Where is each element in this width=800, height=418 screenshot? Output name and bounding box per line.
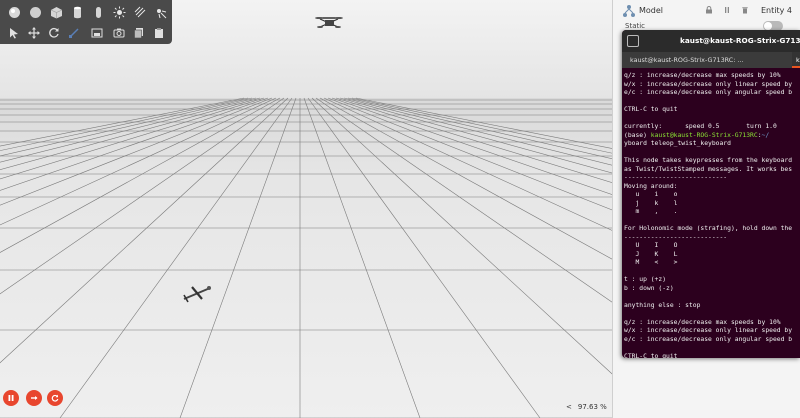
drone-model-top[interactable] (314, 14, 344, 32)
terminal-line: t : up (+z) (624, 276, 667, 283)
terminal-line: M < > (624, 259, 678, 266)
paste-icon[interactable] (150, 24, 168, 42)
terminal-line: m , . (624, 208, 678, 215)
point-light-icon[interactable] (110, 3, 128, 21)
terminal-line: CTRL-C to quit (624, 106, 678, 113)
screenshot-icon[interactable] (88, 24, 106, 42)
rotate-icon[interactable] (45, 24, 63, 42)
new-tab-icon[interactable] (627, 35, 639, 47)
terminal-line: as Twist/TwistStamped messages. It works… (624, 165, 793, 173)
terminal-line: Moving around: (624, 182, 678, 190)
terminal-line: This node takes keypresses from the keyb… (624, 157, 793, 164)
tab-terminal-2[interactable]: kaust (792, 52, 800, 68)
terminal-line: J K L (624, 250, 678, 258)
pin-icon[interactable] (723, 6, 731, 14)
scene-viewport[interactable]: < 97.63 % (0, 0, 620, 418)
terminal-line: q/z : increase/decrease max speeds by 10… (624, 72, 781, 79)
reset-button[interactable] (47, 390, 63, 406)
terminal-line: anything else : stop (624, 301, 701, 309)
entity-label: Entity 4 (761, 6, 792, 15)
zoom-indicator: < 97.63 % (566, 400, 618, 414)
capsule-shape-icon[interactable] (89, 3, 107, 21)
translate-icon[interactable] (25, 24, 43, 42)
static-label: Static (625, 22, 646, 30)
terminal-line: e/c : increase/decrease only angular spe… (624, 89, 793, 96)
terminal-line: --------------------------- (624, 174, 728, 181)
terminal-line: u i o (624, 191, 678, 198)
delete-icon[interactable] (741, 6, 749, 14)
scale-icon[interactable] (65, 24, 83, 42)
step-icon (30, 394, 38, 402)
pause-button[interactable] (3, 390, 19, 406)
terminal-line: b : down (-z) (624, 284, 674, 292)
pause-icon (7, 394, 15, 402)
panel-title: Model (639, 6, 664, 15)
plane-model-ground[interactable] (180, 283, 214, 303)
terminal-line: CTRL-C to quit (624, 352, 678, 359)
box-shape-icon[interactable] (47, 3, 65, 21)
ground-grid (0, 0, 620, 418)
terminal-line: For Holonomic mode (strafing), hold down… (624, 225, 793, 232)
directional-light-icon[interactable] (131, 3, 149, 21)
model-tree-icon (623, 5, 635, 17)
terminal-line: (base) kaust@kaust-ROG-Strix-G713RC:~/ (624, 131, 770, 139)
select-arrow-icon[interactable] (5, 24, 23, 42)
terminal-line: q/z : increase/decrease max speeds by 10… (624, 318, 781, 326)
zoom-arrow[interactable]: < (566, 403, 572, 411)
terminal-line: currently: speed 0.5 turn 1.0 (624, 123, 777, 130)
gazebo-window: < 97.63 % Model Entity 4 Static kaust@ka… (0, 0, 800, 418)
cylinder-shape-icon[interactable] (26, 3, 44, 21)
copy-icon[interactable] (130, 24, 148, 42)
terminal-output[interactable]: q/z : increase/decrease max speeds by 10… (624, 72, 800, 358)
terminal-line: j k l (624, 199, 678, 207)
terminal-titlebar[interactable]: kaust@kaust-ROG-Strix-G713R (622, 30, 800, 52)
cylinder-icon[interactable] (68, 3, 86, 21)
camera-icon[interactable] (110, 24, 128, 42)
terminal-line: yboard teleop_twist_keyboard (624, 140, 731, 147)
terminal-line: w/x : increase/decrease only linear spee… (624, 327, 793, 334)
terminal-title: kaust@kaust-ROG-Strix-G713R (680, 36, 800, 45)
terminal-line: U I O (624, 242, 678, 249)
terminal-line: --------------------------- (624, 233, 728, 241)
terminal-line: w/x : increase/decrease only linear spee… (624, 80, 793, 88)
scene-toolbar (0, 0, 172, 44)
terminal-tabs: kaust@kaust-ROG-Strix-G713RC: ... kaust (622, 52, 800, 68)
sphere-shape-icon[interactable] (5, 3, 23, 21)
tab-terminal-1[interactable]: kaust@kaust-ROG-Strix-G713RC: ... (622, 52, 792, 68)
reset-icon (51, 394, 59, 402)
lock-icon[interactable] (705, 6, 713, 14)
terminal-line: e/c : increase/decrease only angular spe… (624, 335, 793, 343)
zoom-value: 97.63 % (577, 403, 607, 411)
spot-light-icon[interactable] (151, 3, 169, 21)
panel-header: Model Entity 4 (613, 0, 800, 22)
step-button[interactable] (26, 390, 42, 406)
terminal-window[interactable]: kaust@kaust-ROG-Strix-G713R kaust@kaust-… (622, 30, 800, 358)
